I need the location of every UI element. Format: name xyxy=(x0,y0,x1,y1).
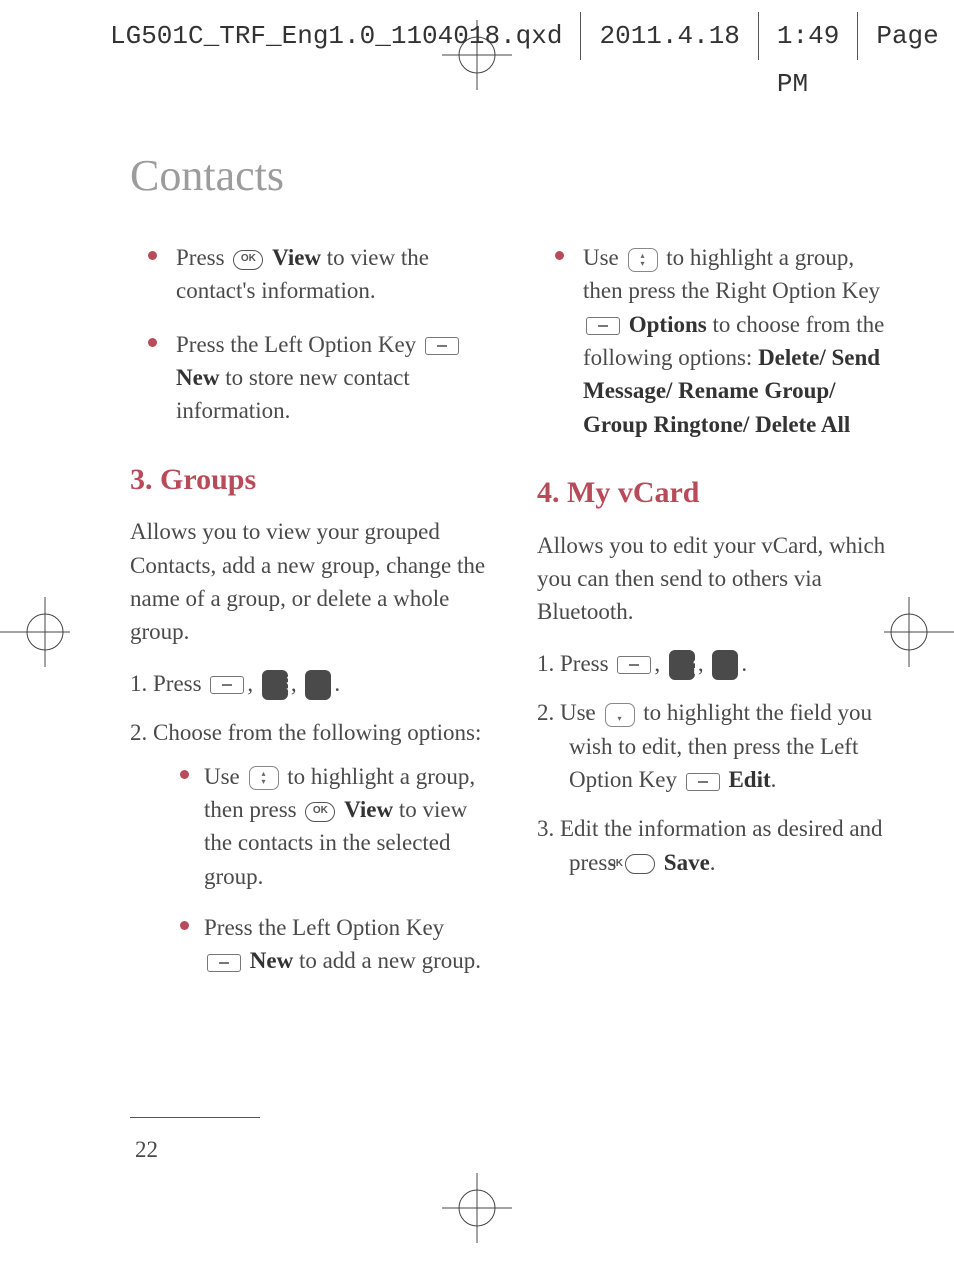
ok-key-icon: OK xyxy=(625,854,655,874)
footer-rule xyxy=(130,1117,260,1118)
ok-key-icon: OK xyxy=(233,250,263,270)
print-time: 1:49 PM xyxy=(759,12,858,60)
nav-key-icon: ▴▾ xyxy=(628,248,658,272)
right-column: Use ▴▾ to highlight a group, then press … xyxy=(537,241,894,996)
text: 3. xyxy=(537,816,554,841)
print-header: LG501C_TRF_Eng1.0_1104018.qxd 2011.4.18 … xyxy=(0,12,954,60)
text: View xyxy=(272,245,321,270)
text: 1. xyxy=(130,671,147,696)
list-item: Press the Left Option Key New to add a n… xyxy=(186,911,487,978)
print-page-label: Page xyxy=(858,12,954,60)
print-date: 2011.4.18 xyxy=(581,12,758,60)
page-title: Contacts xyxy=(130,150,894,201)
list-item: Use ▴▾ to highlight a group, then press … xyxy=(563,241,894,441)
list-item: 1. Press , 2T, 4F. xyxy=(537,647,894,681)
text: to add a new group. xyxy=(293,948,481,973)
text: Press xyxy=(153,671,207,696)
text: Use xyxy=(560,700,602,725)
groups-intro: Allows you to view your grouped Contacts… xyxy=(130,515,487,648)
list-item: Press the Left Option Key New to store n… xyxy=(156,328,487,428)
key-4-icon: 4F xyxy=(712,650,738,680)
text: Edit xyxy=(728,767,770,792)
nav-key-icon: ▴▾ xyxy=(605,703,635,727)
text: Press the Left Option Key xyxy=(176,332,422,357)
registration-mark-icon xyxy=(884,597,954,667)
text: Press xyxy=(560,651,614,676)
left-softkey-icon xyxy=(207,954,241,972)
text: . xyxy=(771,767,777,792)
list-item: Use ▴▾ to highlight a group, then press … xyxy=(186,760,487,893)
text: Press the Left Option Key xyxy=(204,915,444,940)
left-softkey-icon xyxy=(425,337,459,355)
key-2-icon: 2T xyxy=(669,650,695,680)
ok-key-icon: OK xyxy=(305,802,335,822)
list-item: 2. Choose from the following options: Us… xyxy=(130,716,487,977)
text: Choose from the following options: xyxy=(153,720,481,745)
text: . xyxy=(710,850,716,875)
key-3-icon: 3Y xyxy=(305,670,331,700)
text: Press xyxy=(176,245,230,270)
list-item: 3. Edit the information as desired and p… xyxy=(537,812,894,879)
heading-groups: 3. Groups xyxy=(130,458,487,502)
nav-key-icon: ▴▾ xyxy=(249,766,279,790)
left-column: Press OK View to view the contact's info… xyxy=(130,241,487,996)
list-item: 2. Use ▴▾ to highlight the field you wis… xyxy=(537,696,894,796)
page-number: 22 xyxy=(135,1137,158,1163)
list-item: 1. Press , 2T, 3Y. xyxy=(130,667,487,701)
left-softkey-icon xyxy=(617,656,651,674)
text: 2. xyxy=(537,700,554,725)
text: Options xyxy=(629,312,707,337)
print-file: LG501C_TRF_Eng1.0_1104018.qxd xyxy=(0,12,581,60)
text: Use xyxy=(583,245,625,270)
registration-mark-icon xyxy=(442,1173,512,1243)
registration-mark-icon xyxy=(0,597,70,667)
text: 1. xyxy=(537,651,554,676)
list-item: Press OK View to view the contact's info… xyxy=(156,241,487,308)
text: View xyxy=(344,797,393,822)
left-softkey-icon xyxy=(686,773,720,791)
text: New xyxy=(250,948,293,973)
vcard-intro: Allows you to edit your vCard, which you… xyxy=(537,529,894,629)
right-softkey-icon xyxy=(586,317,620,335)
text: New xyxy=(176,365,219,390)
text: 2. xyxy=(130,720,147,745)
text: Save xyxy=(664,850,710,875)
key-2-icon: 2T xyxy=(262,670,288,700)
text: Use xyxy=(204,764,246,789)
left-softkey-icon xyxy=(210,676,244,694)
page-content: Contacts Press OK View to view the conta… xyxy=(130,150,894,1153)
heading-vcard: 4. My vCard xyxy=(537,471,894,515)
